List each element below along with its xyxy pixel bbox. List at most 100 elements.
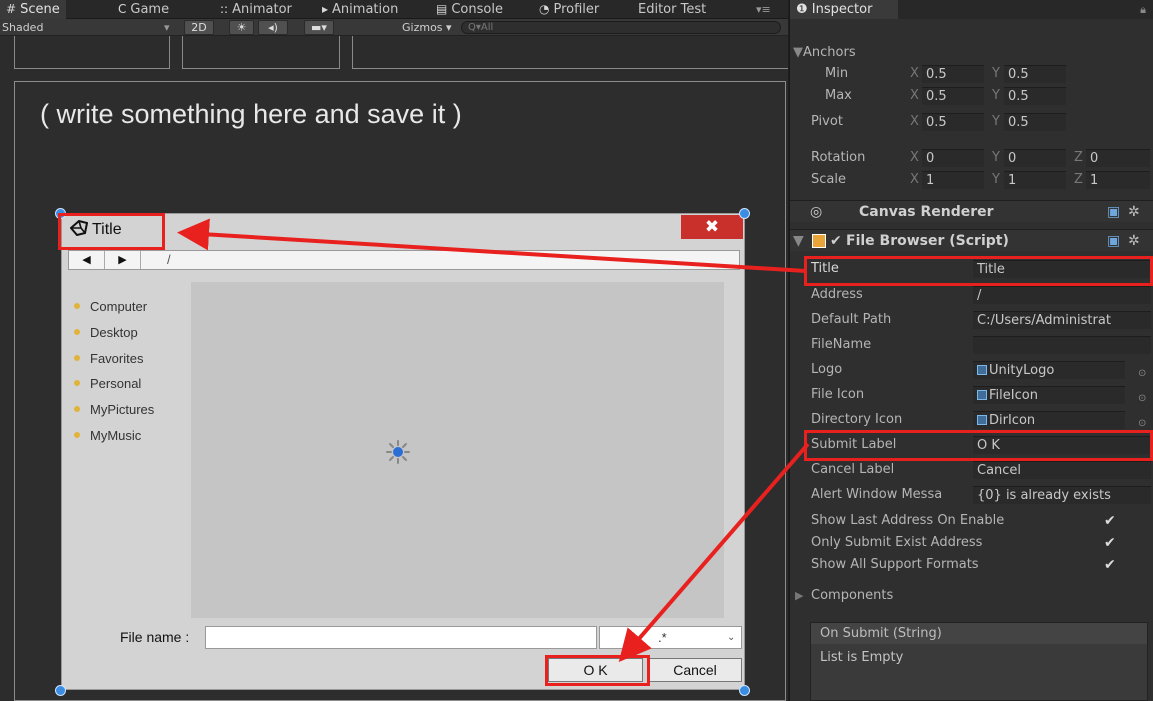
tab-label: Inspector <box>811 2 873 17</box>
tab-profiler[interactable]: ◔ Profiler <box>539 0 599 19</box>
tab-label: Console <box>451 2 503 17</box>
tab-game[interactable]: C Game <box>118 0 169 19</box>
cancel-button[interactable]: Cancel <box>648 658 742 682</box>
resize-handle-bottom-right[interactable] <box>739 685 750 696</box>
open-button[interactable] <box>14 36 170 69</box>
default-path-input[interactable]: C:/Users/Administrat <box>973 311 1151 329</box>
alert-message-input[interactable]: {0} is already exists <box>973 486 1151 504</box>
components-label: Components <box>811 588 894 603</box>
tab-inspector[interactable]: ❶ Inspector <box>790 0 899 19</box>
component-title: File Browser (Script) <box>846 233 1009 249</box>
address-input[interactable]: / <box>973 286 1151 304</box>
rotation-x-field[interactable]: 0 <box>922 149 984 167</box>
location-item-mypictures[interactable]: MyPictures <box>74 401 154 427</box>
file-browser-dialog: Title ✖ ◀ ▶ / Computer Desktop Favorites… <box>61 213 745 690</box>
logo-row: Logo UnityLogo ⊙ <box>790 360 1153 380</box>
file-browser-header[interactable]: ▼ ✔ File Browser (Script) ▣ ✲ <box>790 229 1153 251</box>
enabled-checkbox[interactable]: ✔ <box>830 230 842 252</box>
help-book-icon[interactable]: ▣ <box>1107 201 1120 223</box>
address-input[interactable]: / <box>167 251 171 269</box>
location-item-mymusic[interactable]: MyMusic <box>74 427 154 453</box>
y-axis-label: Y <box>992 114 1000 129</box>
filename-input[interactable] <box>973 336 1151 354</box>
audio-toggle-icon[interactable]: ◂) <box>258 20 288 35</box>
anchor-min-x-field[interactable]: 0.5 <box>922 65 984 83</box>
pivot-y-field[interactable]: 0.5 <box>1004 113 1066 131</box>
only-submit-exist-label: Only Submit Exist Address <box>811 535 983 550</box>
shading-mode-dropdown[interactable]: Shaded <box>2 20 43 35</box>
lighting-toggle-icon[interactable]: ☀ <box>229 20 254 35</box>
components-foldout[interactable]: ▶ Components <box>790 586 1153 606</box>
rotation-row: Rotation X0 Y0 Z0 <box>790 148 1153 168</box>
alert-message-label: Alert Window Messa <box>811 487 943 502</box>
save-button[interactable] <box>182 36 340 69</box>
location-item-computer[interactable]: Computer <box>74 298 154 324</box>
address-field-row: Address / <box>790 285 1153 305</box>
pivot-x-field[interactable]: 0.5 <box>922 113 984 131</box>
console-icon: ▤ <box>436 2 448 16</box>
file-list-area[interactable] <box>191 282 724 618</box>
tab-editor-test[interactable]: Editor Test <box>638 0 706 19</box>
gear-icon[interactable]: ✲ <box>1128 230 1140 252</box>
tab-scene[interactable]: # Scene <box>0 0 66 19</box>
directory-icon-object-field[interactable]: DirIcon <box>973 411 1125 429</box>
anchors-foldout[interactable]: ▼ Anchors <box>790 43 1153 63</box>
anchor-min-y-field[interactable]: 0.5 <box>1004 65 1066 83</box>
lock-icon[interactable]: 🔒︎ <box>1140 3 1146 17</box>
y-axis-label: Y <box>992 150 1000 165</box>
help-book-icon[interactable]: ▣ <box>1107 230 1120 252</box>
scale-row: Scale X1 Y1 Z1 <box>790 170 1153 190</box>
x-axis-label: X <box>910 172 919 187</box>
effects-toggle-icon[interactable]: ▬▾ <box>304 20 334 35</box>
component-title: Canvas Renderer <box>859 204 994 220</box>
tab-animator[interactable]: :: Animator <box>220 0 292 19</box>
show-all-formats-checkbox[interactable]: ✔ <box>1104 558 1118 572</box>
close-button[interactable]: ✖ <box>681 215 743 239</box>
scale-x-field[interactable]: 1 <box>922 171 984 189</box>
location-item-desktop[interactable]: Desktop <box>74 324 154 350</box>
bullet-icon <box>74 406 80 413</box>
filename-input[interactable] <box>205 626 597 649</box>
canvas-renderer-header[interactable]: ◎ Canvas Renderer ▣ ✲ <box>790 200 1153 222</box>
forward-button[interactable]: ▶ <box>105 251 141 269</box>
only-submit-exist-row: Only Submit Exist Address ✔ <box>790 533 1153 553</box>
anchor-max-x-field[interactable]: 0.5 <box>922 87 984 105</box>
file-icon-object-field[interactable]: FileIcon <box>973 386 1125 404</box>
2d-toggle-button[interactable]: 2D <box>184 20 214 35</box>
x-axis-label: X <box>910 150 919 165</box>
placeholder-text: ( write something here and save it ) <box>40 99 462 129</box>
object-picker-icon[interactable]: ⊙ <box>1138 364 1146 384</box>
file-filter-select[interactable]: .* ⌄ <box>599 626 742 649</box>
tab-console[interactable]: ▤ Console <box>436 0 503 19</box>
resize-handle-bottom-left[interactable] <box>55 685 66 696</box>
logo-object-field[interactable]: UnityLogo <box>973 361 1125 379</box>
sprite-icon <box>977 415 987 425</box>
object-picker-icon[interactable]: ⊙ <box>1138 389 1146 409</box>
tab-animation[interactable]: ▸ Animation <box>322 0 398 19</box>
location-item-favorites[interactable]: Favorites <box>74 350 154 376</box>
anchor-max-y-field[interactable]: 0.5 <box>1004 87 1066 105</box>
scale-z-field[interactable]: 1 <box>1086 171 1150 189</box>
rotation-z-field[interactable]: 0 <box>1086 149 1150 167</box>
show-last-address-checkbox[interactable]: ✔ <box>1104 514 1118 528</box>
scene-panel: # Scene C Game :: Animator ▸ Animation ▤ Cons… <box>0 0 788 701</box>
anchor-max-label: Max <box>825 88 852 103</box>
rotation-y-field[interactable]: 0 <box>1004 149 1066 167</box>
location-sidebar: Computer Desktop Favorites Personal MyPi… <box>74 298 154 453</box>
location-item-personal[interactable]: Personal <box>74 375 154 401</box>
anchor-max-row: Max X 0.5 Y 0.5 <box>790 86 1153 106</box>
chevron-down-icon: ▾ <box>164 21 170 34</box>
bullet-icon <box>74 354 80 361</box>
filter-value: .* <box>658 630 667 645</box>
scene-search-input[interactable]: Q▾All <box>461 21 781 34</box>
gizmos-dropdown[interactable]: Gizmos ▾ <box>402 20 452 35</box>
cancel-label-input[interactable]: Cancel <box>973 461 1151 479</box>
back-button[interactable]: ◀ <box>69 251 105 269</box>
scale-y-field[interactable]: 1 <box>1004 171 1066 189</box>
bullet-icon <box>74 431 80 438</box>
resize-handle-top-right[interactable] <box>739 208 750 219</box>
only-submit-exist-checkbox[interactable]: ✔ <box>1104 536 1118 550</box>
scene-grid-icon: # <box>6 2 17 16</box>
gear-icon[interactable]: ✲ <box>1128 201 1140 223</box>
tab-menu-icon[interactable]: ▾≡ <box>756 3 771 16</box>
